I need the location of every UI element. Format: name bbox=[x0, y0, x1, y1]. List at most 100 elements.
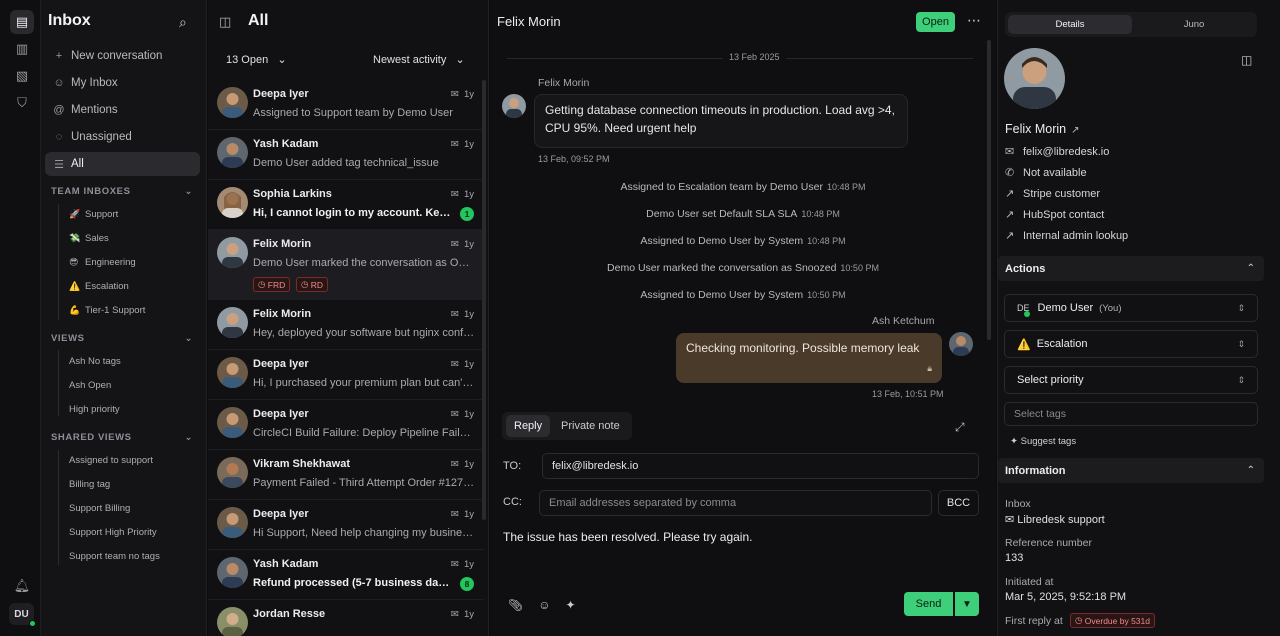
conversation-item[interactable]: Sophia Larkins ✉ 1y Hi, I cannot login t… bbox=[208, 180, 484, 230]
plus-icon: + bbox=[55, 50, 63, 62]
more-options-icon[interactable]: ⋯ bbox=[967, 12, 981, 29]
nav-my-inbox[interactable]: ☺ My Inbox bbox=[45, 71, 200, 95]
contact-email[interactable]: ✉ felix@libredesk.io bbox=[1005, 145, 1109, 159]
team-inbox-engineering[interactable]: 😎 Engineering bbox=[69, 257, 136, 268]
expand-icon[interactable]: ⤢ bbox=[955, 420, 965, 435]
link-stripe-customer[interactable]: ↗ Stripe customer bbox=[1005, 187, 1100, 201]
inbox-icon[interactable]: ▤ bbox=[10, 10, 34, 34]
status-button[interactable]: Open bbox=[916, 12, 955, 32]
sunglasses-icon: 😎 bbox=[69, 257, 79, 267]
conversation-item[interactable]: Jordan Resse ✉ 1y bbox=[208, 600, 484, 636]
conversation-item[interactable]: Deepa Iyer ✉ 1y CircleCI Build Failure: … bbox=[208, 400, 484, 450]
list-title: All bbox=[248, 12, 269, 29]
view-item[interactable]: Ash Open bbox=[69, 380, 111, 391]
send-options-dropdown[interactable]: ▼ bbox=[955, 592, 979, 616]
at-icon: @ bbox=[53, 104, 65, 116]
shared-view-item[interactable]: Billing tag bbox=[69, 479, 110, 490]
conversation-item[interactable]: Vikram Shekhawat ✉ 1y Payment Failed - T… bbox=[208, 450, 484, 500]
list-scrollbar[interactable] bbox=[482, 80, 486, 520]
nav-mentions[interactable]: @ Mentions bbox=[45, 98, 200, 122]
time-label: 1y bbox=[463, 359, 474, 370]
send-button[interactable]: Send bbox=[904, 592, 953, 616]
mail-icon: ✉ bbox=[450, 139, 464, 150]
conversation-item-selected[interactable]: Felix Morin ✉ 1y Demo User marked the co… bbox=[208, 230, 484, 300]
mail-icon: ✉ bbox=[450, 559, 464, 570]
shared-view-item[interactable]: Assigned to support bbox=[69, 455, 153, 466]
link-internal-admin[interactable]: ↗ Internal admin lookup bbox=[1005, 229, 1129, 243]
external-link-icon: ↗ bbox=[1071, 125, 1080, 136]
info-label: Reference number bbox=[1005, 537, 1092, 549]
priority-placeholder: Select priority bbox=[1017, 374, 1084, 386]
bell-icon[interactable]: 🔔︎ bbox=[10, 574, 34, 598]
link-hubspot-contact[interactable]: ↗ HubSpot contact bbox=[1005, 208, 1104, 222]
priority-select[interactable]: Select priority ⇕ bbox=[1004, 366, 1258, 394]
attachment-icon[interactable]: 📎︎ bbox=[508, 598, 523, 612]
conversation-time: ✉ 1y bbox=[451, 359, 474, 370]
team-inbox-tier1[interactable]: 💪 Tier-1 Support bbox=[69, 305, 145, 316]
information-panel-header[interactable]: Information ⌃ bbox=[998, 458, 1264, 483]
tab-reply[interactable]: Reply bbox=[506, 415, 551, 437]
ai-sparkle-icon[interactable]: ✦ bbox=[566, 598, 576, 612]
contacts-icon[interactable]: ▥ bbox=[10, 37, 34, 61]
to-field[interactable]: felix@libredesk.io bbox=[542, 453, 979, 479]
suggest-tags-button[interactable]: ✦ Suggest tags bbox=[1010, 436, 1076, 447]
sparkle-icon: ✦ bbox=[1010, 436, 1021, 447]
team-inbox-sales[interactable]: 💸 Sales bbox=[69, 233, 109, 244]
link-label: Internal admin lookup bbox=[1023, 229, 1129, 242]
team-inbox-escalation[interactable]: ⚠️ Escalation bbox=[69, 281, 129, 292]
bcc-button[interactable]: BCC bbox=[938, 490, 979, 516]
chevron-down-icon: ⌄ bbox=[184, 432, 193, 443]
conversation-item[interactable]: Yash Kadam ✉ 1y Demo User added tag tech… bbox=[208, 130, 484, 180]
shared-views-header[interactable]: SHARED VIEWS ⌄ bbox=[51, 432, 193, 443]
nav-new-conversation[interactable]: + New conversation bbox=[45, 44, 200, 68]
tags-input[interactable]: Select tags bbox=[1004, 402, 1258, 426]
tab-details[interactable]: Details bbox=[1008, 15, 1132, 34]
tab-juno[interactable]: Juno bbox=[1132, 15, 1256, 34]
team-select[interactable]: ⚠️ Escalation ⇕ bbox=[1004, 330, 1258, 358]
view-item[interactable]: Ash No tags bbox=[69, 356, 121, 367]
nav-all[interactable]: ☰ All bbox=[45, 152, 200, 176]
status-filter[interactable]: 13 Open ⌄ bbox=[226, 53, 287, 66]
panel-toggle-icon[interactable]: ◫ bbox=[1241, 53, 1252, 67]
reply-body[interactable]: The issue has been resolved. Please try … bbox=[503, 530, 752, 544]
team-inboxes-header[interactable]: TEAM INBOXES ⌄ bbox=[51, 186, 193, 197]
message-time: 13 Feb, 09:52 PM bbox=[538, 154, 610, 164]
time-label: 1y bbox=[463, 409, 474, 420]
search-icon[interactable]: ⌕ bbox=[179, 14, 187, 31]
shield-icon[interactable]: ⛉ bbox=[10, 91, 34, 115]
view-item[interactable]: High priority bbox=[69, 404, 120, 415]
conversation-item[interactable]: Deepa Iyer ✉ 1y Hi Support, Need help ch… bbox=[208, 500, 484, 550]
tab-private-note[interactable]: Private note bbox=[553, 415, 628, 437]
conversation-preview: Hi, I purchased your premium plan but ca… bbox=[253, 377, 475, 389]
emoji-icon[interactable]: ☺ bbox=[538, 598, 550, 612]
reports-icon[interactable]: ▧ bbox=[10, 64, 34, 88]
shared-view-item[interactable]: Support team no tags bbox=[69, 551, 160, 562]
conversation-item[interactable]: Deepa Iyer ✉ 1y Hi, I purchased your pre… bbox=[208, 350, 484, 400]
conversation-preview: Demo User marked the conversation as Ope… bbox=[253, 257, 475, 269]
assignee-select[interactable]: DE Demo User (You) ⇕ bbox=[1004, 294, 1258, 322]
chevron-down-icon: ⌄ bbox=[184, 333, 193, 344]
conversation-time: ✉ 1y bbox=[451, 509, 474, 520]
views-header[interactable]: VIEWS ⌄ bbox=[51, 333, 193, 344]
actions-panel-header[interactable]: Actions ⌃ bbox=[998, 256, 1264, 281]
cc-field[interactable]: Email addresses separated by comma bbox=[539, 490, 932, 516]
shared-view-item[interactable]: Support High Priority bbox=[69, 527, 157, 538]
nav-label: My Inbox bbox=[71, 77, 118, 89]
nav-unassigned[interactable]: ◌ Unassigned bbox=[45, 125, 200, 149]
list-header: ◫ All bbox=[208, 0, 489, 44]
chat-scrollbar[interactable] bbox=[987, 40, 991, 340]
mail-icon: ✉ bbox=[450, 239, 464, 250]
conversation-item[interactable]: Yash Kadam ✉ 1y Refund processed (5-7 bu… bbox=[208, 550, 484, 600]
shared-view-item[interactable]: Support Billing bbox=[69, 503, 130, 514]
user-icon: ☺ bbox=[53, 77, 65, 89]
team-inbox-label: Engineering bbox=[85, 257, 136, 268]
contact-name-link[interactable]: Felix Morin ↗ bbox=[1005, 122, 1080, 136]
conversation-item[interactable]: Deepa Iyer ✉ 1y Assigned to Support team… bbox=[208, 80, 484, 130]
sort-filter[interactable]: Newest activity ⌄ bbox=[373, 53, 465, 66]
team-inbox-support[interactable]: 🚀 Support bbox=[69, 209, 118, 220]
conversation-item[interactable]: Felix Morin ✉ 1y Hey, deployed your soft… bbox=[208, 300, 484, 350]
outgoing-message: Checking monitoring. Possible memory lea… bbox=[676, 333, 942, 383]
lock-icon: 🔒︎ bbox=[927, 363, 932, 373]
user-avatar[interactable]: DU bbox=[9, 603, 36, 627]
sidebar-toggle-icon[interactable]: ◫ bbox=[219, 14, 231, 30]
